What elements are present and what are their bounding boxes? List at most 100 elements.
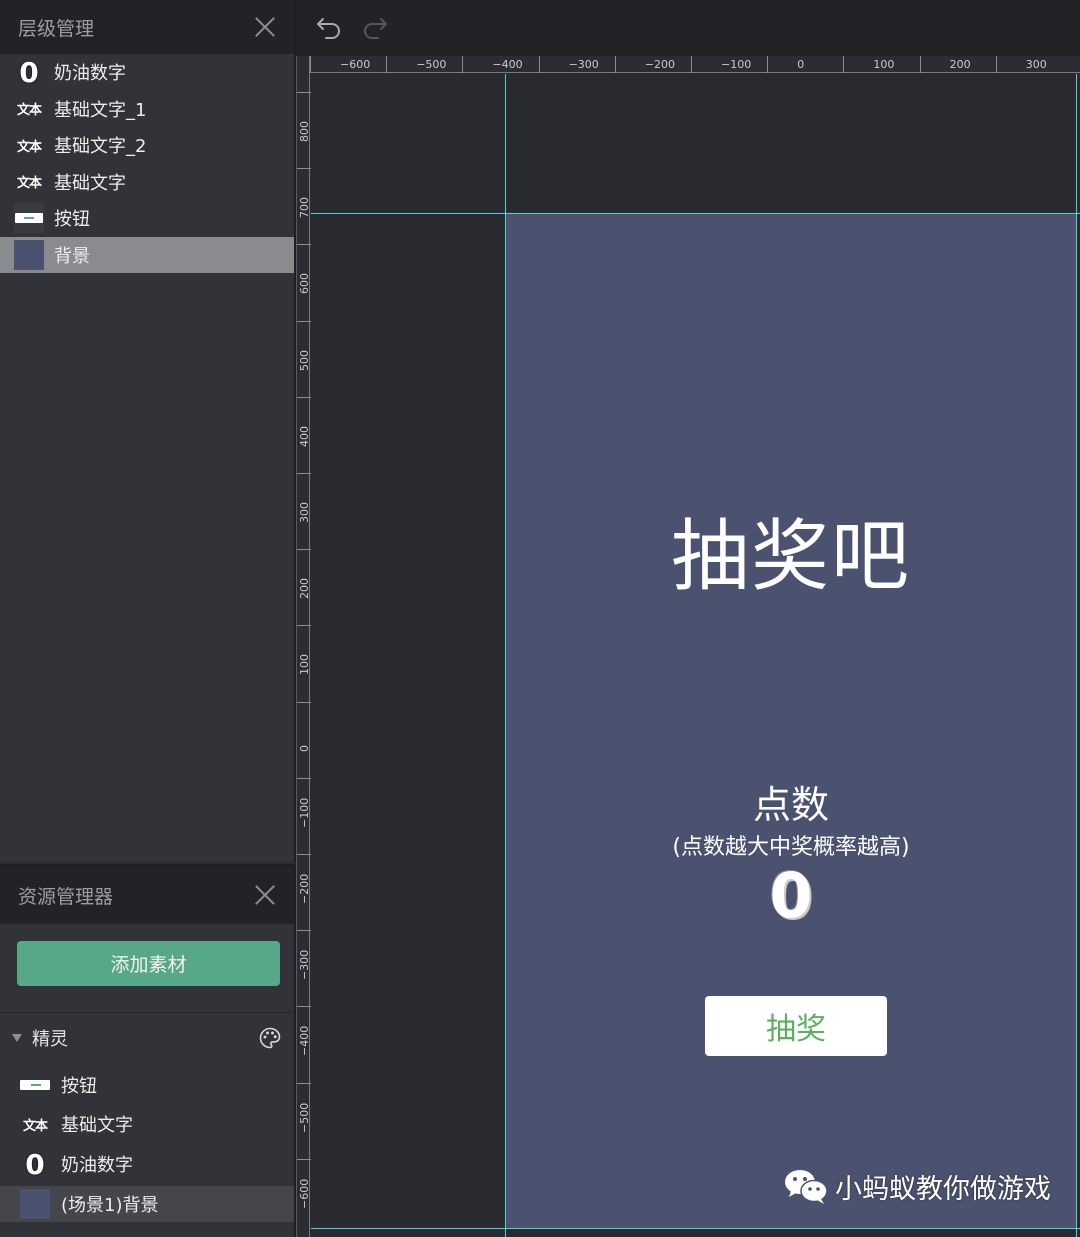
asset-item-label: 基础文字 [61,1115,133,1136]
asset-item-text[interactable]: 文本 基础文字 [0,1106,294,1142]
close-layers-panel-button[interactable] [254,16,276,38]
vertical-ruler: 800 700 600 500 400 300 200 100 0 −100 −200 −300 −40… [296,56,311,1237]
stage-title: 抽奖吧 [670,512,911,602]
layer-item-background[interactable]: 背景 [0,236,294,273]
ruler-tick-label: 300 [1025,58,1047,71]
ruler-tick-label: −300 [298,949,311,981]
ruler-tick [767,56,769,73]
ruler-tick [297,473,311,474]
ruler-tick-label: −400 [492,58,523,71]
text-icon: 文本 [16,139,42,155]
ruler-tick-label: −500 [298,1102,311,1133]
sprites-section-header[interactable]: 精灵 [0,1020,294,1056]
layer-item-text[interactable]: 文本 基础文字 [0,164,294,201]
ruler-tick-label: −100 [721,58,752,71]
ruler-tick-label: −500 [416,58,447,71]
ruler-tick [691,56,692,73]
watermark: 小蚂蚁教你做游戏 [783,1166,1051,1206]
layers-panel: 层级管理 0 奶油数字 文本 基础文字_1 文本 基础文字_2 文本 基础文字 … [0,0,296,862]
ruler-tick-label: 200 [949,58,971,71]
button-thumbnail-icon [20,1070,50,1100]
layer-item-label: 基础文字_2 [54,136,147,158]
ruler-tick [297,320,311,322]
zero-digit-icon: 0 [25,1147,45,1181]
ruler-tick [995,56,997,73]
undo-icon[interactable] [314,12,344,42]
editor-toolbar [296,0,1080,56]
asset-item-cream-number[interactable]: 0 奶油数字 [0,1146,294,1182]
ruler-tick-label: 0 [298,744,311,752]
background-thumbnail-icon [20,1189,50,1219]
points-hint: (点数越大中奖概率越高) [672,835,910,860]
ruler-tick [843,56,845,73]
ruler-tick [297,1158,311,1160]
layer-item-label: 奶油数字 [54,63,126,85]
layers-panel-title: 层级管理 [18,17,95,40]
layer-item-label: 基础文字_1 [54,99,147,121]
asset-item-label: 按钮 [61,1076,97,1097]
sprites-section-label: 精灵 [32,1029,68,1050]
layer-item-cream-number[interactable]: 0 奶油数字 [0,54,294,91]
ruler-tick-label: −200 [644,58,676,71]
asset-item-label: 奶油数字 [61,1155,133,1176]
ruler-tick-label: −300 [568,58,599,71]
ruler-tick [297,930,311,932]
ruler-tick-label: −200 [298,873,311,904]
asset-item-label: (场景1)背景 [61,1195,159,1216]
editor-canvas[interactable]: 抽奖吧 点数 (点数越大中奖概率越高) 0 抽奖 [311,74,1080,1237]
ruler-tick-label: 100 [298,654,311,676]
text-icon: 文本 [16,176,42,192]
guide-line-vertical [1076,74,1077,1237]
palette-icon[interactable] [258,1026,282,1050]
horizontal-ruler: −600 −500 −400 −300 −200 −100 0 100 200 300 [310,56,1080,73]
ruler-tick [538,56,540,73]
ruler-tick-label: 200 [298,578,311,600]
watermark-text: 小蚂蚁教你做游戏 [835,1173,1051,1205]
layer-item-label: 按钮 [54,209,90,231]
asset-item-button[interactable]: 按钮 [0,1067,294,1103]
ruler-tick [297,549,311,551]
zero-digit-icon: 0 [19,55,39,89]
guide-line-horizontal [311,1228,1080,1229]
game-stage[interactable]: 抽奖吧 点数 (点数越大中奖概率越高) 0 抽奖 [506,214,1076,1228]
background-thumbnail-icon [14,239,44,270]
ruler-tick [386,56,388,73]
draw-button[interactable]: 抽奖 [705,996,887,1056]
layer-item-button[interactable]: 按钮 [0,200,294,237]
layer-item-label: 基础文字 [54,172,126,194]
layers-panel-header: 层级管理 [0,0,294,54]
ruler-tick-label: −600 [340,58,371,71]
assets-panel: 资源管理器 添加素材 精灵 按钮 文本 基础文字 0 奶油数字 (场景1)背景 [0,864,296,1237]
ruler-tick [297,1082,311,1084]
ruler-tick [297,854,311,855]
layer-item-label: 背景 [54,245,90,267]
ruler-tick [297,244,311,246]
ruler-tick [919,56,921,73]
text-icon: 文本 [22,1118,48,1134]
ruler-tick-label: 700 [298,197,311,219]
ruler-tick [297,92,311,93]
ruler-tick [297,168,311,170]
layer-item-text-1[interactable]: 文本 基础文字_1 [0,91,294,128]
redo-icon[interactable] [360,12,390,42]
ruler-tick-label: −100 [298,797,311,828]
assets-panel-title: 资源管理器 [18,885,114,908]
ruler-tick-label: −600 [298,1178,311,1209]
ruler-tick-label: 500 [298,349,311,371]
score-number: 0 [769,859,813,932]
ruler-tick-label: −400 [298,1026,311,1057]
text-icon: 文本 [16,103,42,119]
ruler-tick-label: 400 [298,425,311,447]
ruler-tick-label: 0 [797,58,805,71]
ruler-tick [614,56,616,73]
ruler-tick [297,396,311,398]
collapse-triangle-icon[interactable] [12,1034,22,1042]
close-assets-panel-button[interactable] [254,884,276,906]
layer-item-text-2[interactable]: 文本 基础文字_2 [0,127,294,164]
ruler-tick [297,625,311,627]
ruler-tick [310,56,311,73]
asset-item-background[interactable]: (场景1)背景 [0,1186,294,1222]
add-asset-button[interactable]: 添加素材 [17,941,280,986]
points-label: 点数 [752,783,829,827]
ruler-tick-label: 300 [298,502,311,523]
